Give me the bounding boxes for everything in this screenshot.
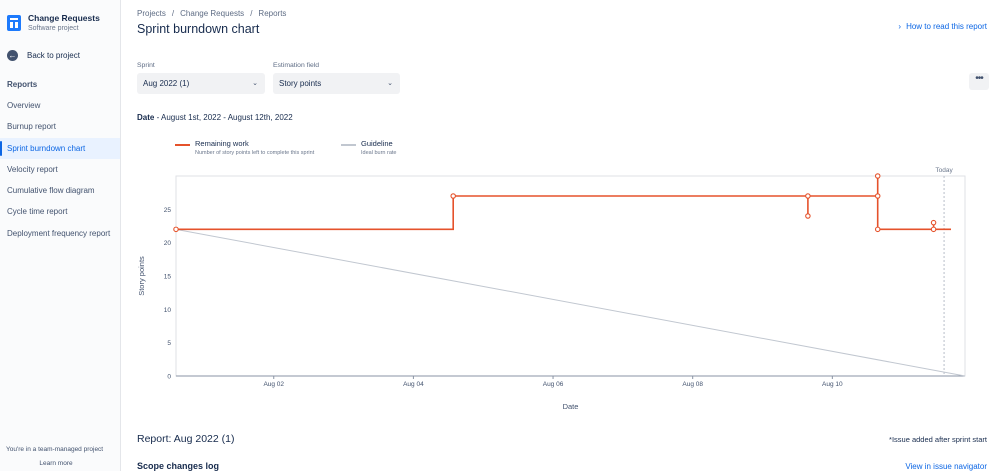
x-tick-label: Aug 06 [543,381,564,388]
back-to-project-button[interactable]: ← Back to project [7,50,80,61]
estimation-field-label: Estimation field [273,62,320,69]
breadcrumb-reports[interactable]: Reports [258,9,286,18]
y-tick-label: 25 [164,207,172,214]
x-tick-label: Aug 10 [822,381,843,388]
guideline-series-line [175,228,966,377]
team-managed-note: You're in a team-managed project [6,446,104,453]
remaining-work-point [874,226,881,233]
x-tick-label: Aug 02 [263,381,284,388]
breadcrumb-separator: / [250,9,253,18]
remaining-work-point [874,193,881,199]
page-title: Sprint burndown chart [137,22,260,36]
x-axis-label: Date [563,402,579,411]
sprint-label: Sprint [137,62,155,69]
breadcrumb-projects[interactable]: Projects [137,9,166,18]
sidebar-item-burnup-report[interactable]: Burnup report [0,116,120,137]
sidebar-item-cycle-time-report[interactable]: Cycle time report [0,201,120,222]
chevron-down-icon: ⌄ [387,80,393,87]
date-range-value: - August 1st, 2022 - August 12th, 2022 [154,113,293,122]
breadcrumb-change-requests[interactable]: Change Requests [180,9,244,18]
y-tick-label: 10 [164,307,172,314]
issue-added-note: *Issue added after sprint start [889,435,987,444]
today-label: Today [935,167,953,174]
sprint-select[interactable]: Aug 2022 (1) ⌄ [137,73,265,94]
sidebar-item-overview[interactable]: Overview [0,95,120,116]
remaining-work-point [805,193,811,199]
breadcrumb-separator: / [171,9,175,18]
sidebar-item-cumulative-flow-diagram[interactable]: Cumulative flow diagram [0,180,120,201]
remaining-work-point [874,173,881,179]
date-range: Date - August 1st, 2022 - August 12th, 2… [137,113,293,122]
project-type: Software project [28,25,79,32]
chevron-down-icon: ⌄ [252,80,258,87]
y-tick-label: 5 [167,340,171,347]
sidebar-item-velocity-report[interactable]: Velocity report [0,159,120,180]
remaining-work-point [930,219,937,226]
scope-changes-log-heading: Scope changes log [137,461,220,471]
y-tick-label: 0 [167,374,171,381]
y-axis-label: Story points [137,256,146,296]
remaining-work-point [450,193,456,199]
sidebar-item-deployment-frequency-report[interactable]: Deployment frequency report [0,223,120,244]
legend-description: Ideal burn rate [361,150,397,156]
sidebar-nav: Overview Burnup report Sprint burndown c… [0,95,120,244]
view-in-issue-navigator-link[interactable]: View in issue navigator [905,462,987,471]
arrow-left-icon: ← [7,50,18,61]
more-actions-button[interactable]: ••• [969,73,989,90]
guideline-swatch [341,144,356,146]
sidebar-item-sprint-burndown-chart[interactable]: Sprint burndown chart [0,137,120,159]
y-tick-label: 15 [164,274,172,281]
sidebar-heading: Reports [7,80,38,89]
breadcrumb: Projects / Change Requests / Reports [137,9,286,18]
project-icon [7,15,21,31]
x-tick-label: Aug 08 [682,381,703,388]
x-tick-label: Aug 04 [403,381,424,388]
report-title: Report: Aug 2022 (1) [137,433,235,445]
how-to-read-label: How to read this report [906,22,987,31]
legend-remaining-work: Remaining work Number of story points le… [175,138,314,157]
chevron-right-icon: › [898,22,902,31]
estimation-field-value: Story points [279,79,322,88]
legend-title: Guideline [361,139,393,148]
remaining-work-point [173,226,179,233]
sidebar: Change Requests Software project ← Back … [0,0,121,471]
remaining-work-point [930,226,937,233]
plot-frame [175,175,966,377]
date-label: Date [137,113,155,122]
remaining-work-point [805,213,811,219]
legend-guideline: Guideline Ideal burn rate [341,138,396,157]
how-to-read-link[interactable]: › How to read this report [898,22,987,31]
back-to-project-label: Back to project [27,51,80,60]
learn-more-link[interactable]: Learn more [0,460,112,467]
remaining-work-series-line [176,176,951,231]
estimation-field-select[interactable]: Story points ⌄ [273,73,400,94]
burndown-chart: 0 5 10 15 20 25 Aug 02 Aug 04 Aug 06 Aug 08 Aug 10… [137,167,966,411]
project-name: Change Requests [28,13,100,23]
project-header[interactable]: Change Requests Software project [7,13,100,34]
legend-title: Remaining work [195,139,249,148]
y-tick-label: 20 [164,240,172,247]
remaining-work-swatch [175,144,190,146]
legend-description: Number of story points left to complete … [195,150,315,156]
sprint-value: Aug 2022 (1) [143,79,190,88]
